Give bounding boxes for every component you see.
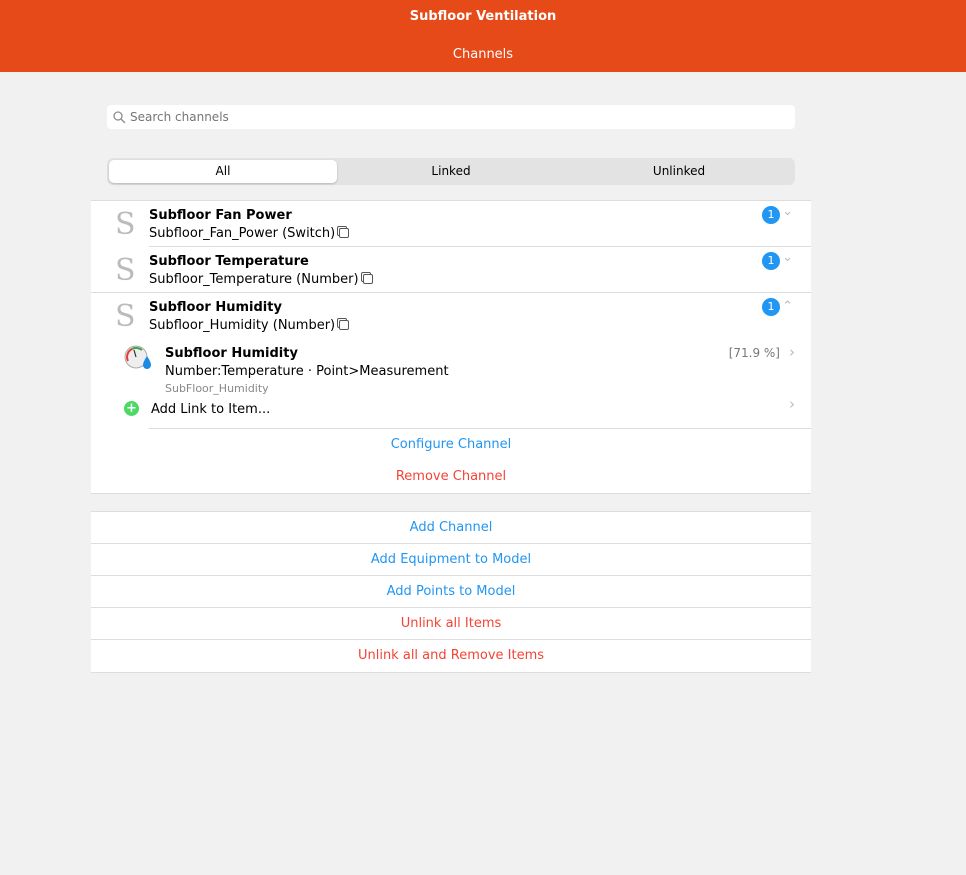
chevron-right-icon: › xyxy=(789,395,795,413)
channel-row[interactable]: S Subfloor Temperature Subfloor_Temperat… xyxy=(91,247,811,293)
tab-linked[interactable]: Linked xyxy=(337,160,565,183)
tab-all[interactable]: All xyxy=(109,160,337,183)
linked-item-row[interactable]: Subfloor Humidity Number:Temperature · P… xyxy=(91,339,811,395)
channel-row-expanded[interactable]: S Subfloor Humidity Subfloor_Humidity (N… xyxy=(91,293,811,339)
search-input[interactable] xyxy=(130,110,730,124)
page-subtitle: Channels xyxy=(452,47,514,62)
add-channel-button[interactable]: Add Channel xyxy=(91,512,811,544)
configure-channel-button[interactable]: Configure Channel xyxy=(91,429,811,461)
channel-name: Subfloor Humidity xyxy=(149,300,282,315)
chevron-right-icon: › xyxy=(789,343,795,361)
channel-icon: S xyxy=(115,299,136,334)
unlink-remove-button[interactable]: Unlink all and Remove Items xyxy=(91,640,811,672)
link-count-badge: 1 xyxy=(762,298,780,316)
chevron-down-icon[interactable]: ⌄ xyxy=(782,250,793,265)
channel-icon: S xyxy=(115,253,136,288)
channel-list: S Subfloor Fan Power Subfloor_Fan_Power … xyxy=(91,200,811,494)
channel-name: Subfloor Temperature xyxy=(149,254,309,269)
item-state: [71.9 %] xyxy=(728,346,780,360)
copy-icon[interactable] xyxy=(362,274,373,284)
search-bar[interactable] xyxy=(107,105,795,129)
copy-icon[interactable] xyxy=(339,320,350,330)
add-link-row[interactable]: + Add Link to Item... › xyxy=(91,395,811,429)
channel-uid: Subfloor_Fan_Power (Switch) xyxy=(149,226,336,241)
channel-icon: S xyxy=(115,207,136,242)
add-icon: + xyxy=(124,401,139,416)
add-points-button[interactable]: Add Points to Model xyxy=(91,576,811,608)
channel-uid: Subfloor_Humidity (Number) xyxy=(149,318,336,333)
page-title: Subfloor Ventilation xyxy=(409,9,557,24)
link-count-badge: 1 xyxy=(762,206,780,224)
link-count-badge: 1 xyxy=(762,252,780,270)
channel-uid: Subfloor_Temperature (Number) xyxy=(149,272,359,287)
add-link-label: Add Link to Item... xyxy=(151,402,271,417)
item-name: SubFloor_Humidity xyxy=(165,382,269,395)
unlink-all-button[interactable]: Unlink all Items xyxy=(91,608,811,640)
channel-name: Subfloor Fan Power xyxy=(149,208,292,223)
add-equipment-button[interactable]: Add Equipment to Model xyxy=(91,544,811,576)
chevron-up-icon[interactable]: ⌃ xyxy=(782,299,793,314)
remove-channel-button[interactable]: Remove Channel xyxy=(91,461,811,493)
divider xyxy=(149,428,811,429)
actions-list: Add Channel Add Equipment to Model Add P… xyxy=(91,511,811,673)
tab-unlinked[interactable]: Unlinked xyxy=(565,160,793,183)
filter-segmented-control: All Linked Unlinked xyxy=(107,158,795,185)
item-label: Subfloor Humidity xyxy=(165,346,298,361)
chevron-down-icon[interactable]: ⌄ xyxy=(782,204,793,219)
copy-icon[interactable] xyxy=(339,228,350,238)
channel-row[interactable]: S Subfloor Fan Power Subfloor_Fan_Power … xyxy=(91,201,811,247)
search-icon xyxy=(113,110,126,123)
humidity-gauge-icon xyxy=(124,345,151,369)
navbar: Subfloor Ventilation Channels xyxy=(0,0,966,72)
item-type: Number:Temperature · Point>Measurement xyxy=(165,364,449,379)
